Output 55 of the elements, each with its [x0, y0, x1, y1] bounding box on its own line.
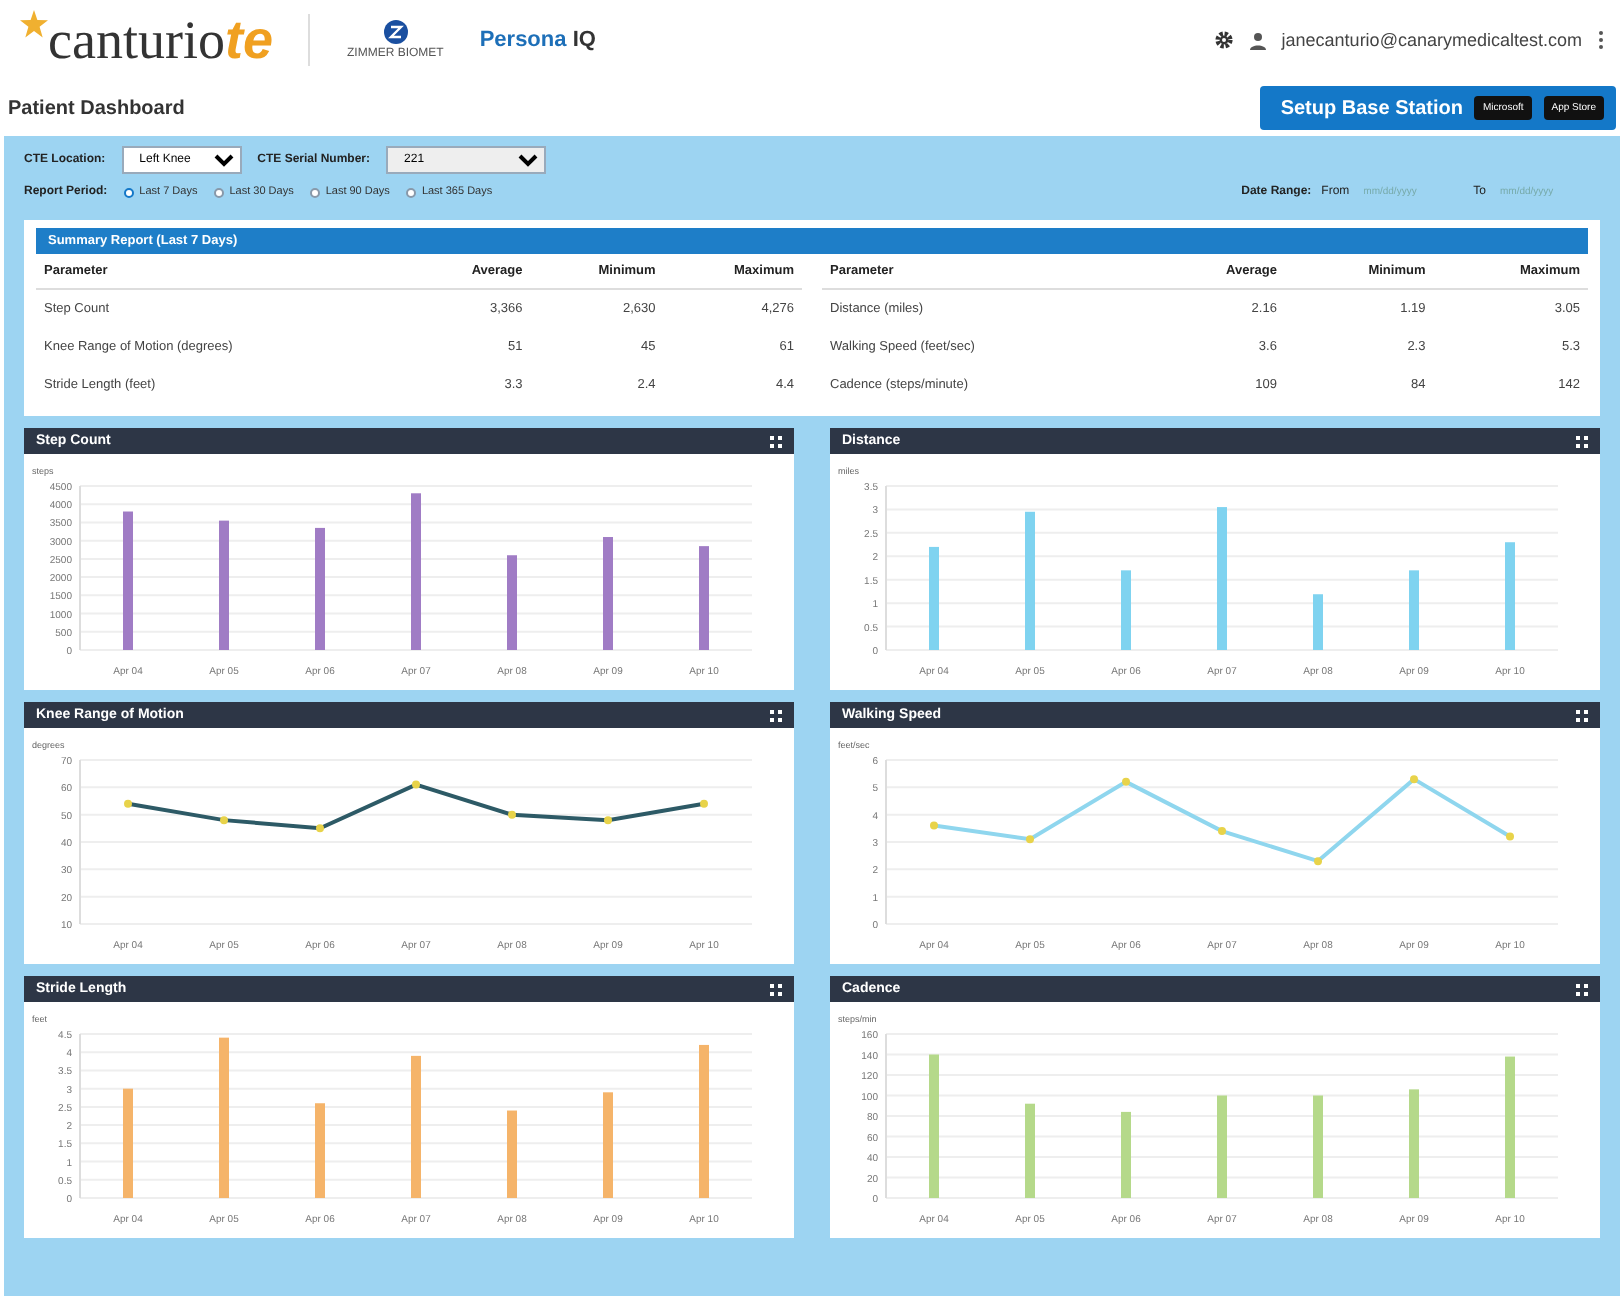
data-point [930, 821, 938, 830]
bar [1313, 594, 1323, 650]
bar [1505, 542, 1515, 650]
bar [411, 1055, 421, 1198]
more-icon[interactable] [1598, 30, 1604, 50]
bar [1025, 1103, 1035, 1198]
bar [1025, 511, 1035, 650]
data-point [1218, 827, 1226, 836]
data-point [316, 824, 324, 833]
data-point [124, 799, 132, 808]
expand-icon[interactable] [770, 435, 782, 447]
data-point [412, 780, 420, 789]
bar [1409, 1089, 1419, 1198]
data-point [220, 816, 228, 825]
data-point [1410, 775, 1418, 784]
data-point [1314, 857, 1322, 866]
data-point [1026, 835, 1034, 844]
settings-icon[interactable] [1213, 30, 1234, 50]
bar [699, 546, 709, 650]
bar [603, 1092, 613, 1198]
bar [1217, 507, 1227, 650]
bar [1217, 1095, 1227, 1198]
bar [315, 1103, 325, 1198]
bar [929, 546, 939, 650]
expand-icon[interactable] [1576, 983, 1588, 995]
bar [1313, 1095, 1323, 1198]
data-point [508, 810, 516, 819]
data-point [700, 799, 708, 808]
data-point [604, 816, 612, 825]
bar [219, 520, 229, 650]
bar [603, 537, 613, 650]
logo-accent-text: te [224, 9, 273, 71]
user-email[interactable]: janecanturio@canarymedicaltest.com [1281, 30, 1582, 50]
page-title: Patient Dashboard [8, 97, 185, 119]
data-point [1122, 777, 1130, 786]
product-logo-text: Persona IQ [479, 28, 596, 52]
expand-icon[interactable] [770, 709, 782, 721]
logo-icon [383, 20, 408, 44]
bar [1121, 1111, 1131, 1198]
bar [315, 527, 325, 650]
expand-icon[interactable] [1576, 435, 1588, 447]
expand-icon[interactable] [770, 983, 782, 995]
expand-icon[interactable] [1576, 709, 1588, 721]
bar [507, 1110, 517, 1198]
bar [1121, 570, 1131, 650]
bar [1409, 570, 1419, 650]
bar [507, 555, 517, 650]
bar [123, 511, 133, 650]
star-icon [20, 9, 48, 37]
data-point [1506, 832, 1514, 841]
bar [929, 1054, 939, 1198]
logo-text: canturio [48, 9, 225, 71]
bar [123, 1088, 133, 1198]
bar [1505, 1056, 1515, 1198]
user-icon [1249, 31, 1266, 49]
